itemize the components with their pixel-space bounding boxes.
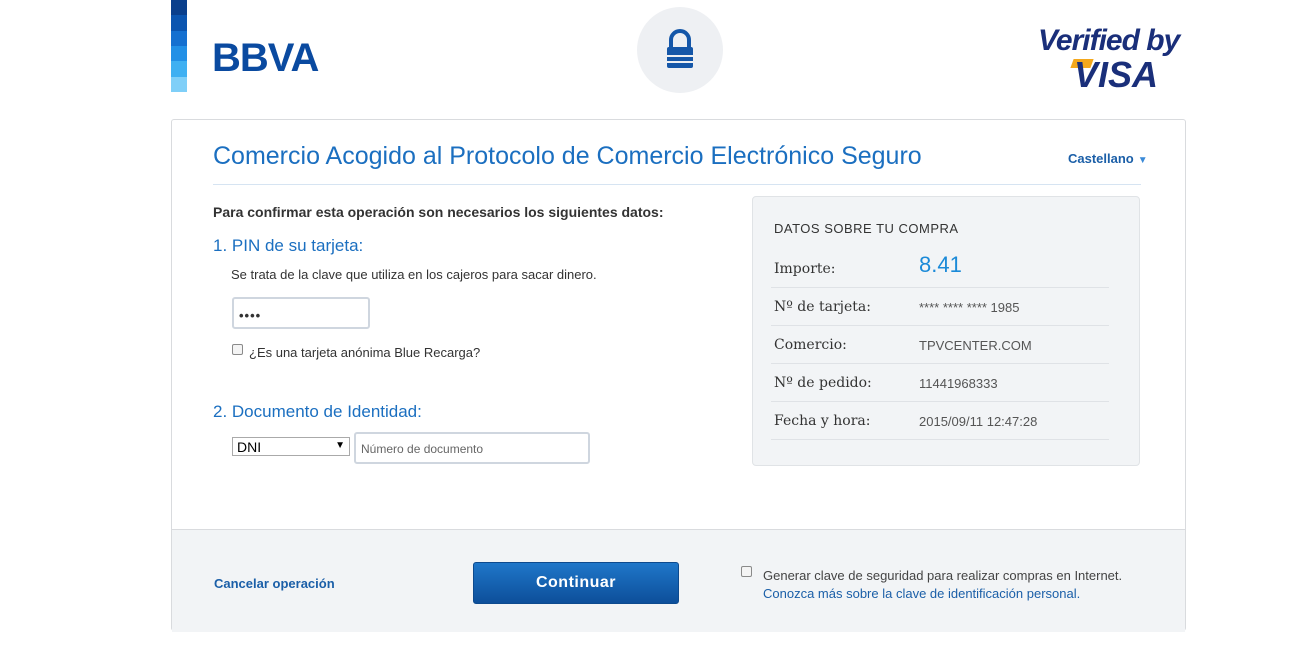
chevron-down-icon: ▼ <box>1137 155 1148 166</box>
summary-row-card-number: Nº de tarjeta: **** **** **** 1985 <box>771 287 1109 326</box>
document-type-value: DNI <box>237 439 262 455</box>
bbva-color-stripe <box>171 0 187 92</box>
summary-row-amount: Importe: 8.41 <box>771 249 1109 288</box>
summary-row-datetime: Fecha y hora: 2015/09/11 12:47:28 <box>771 401 1109 440</box>
document-number-input[interactable]: Número de documento <box>354 432 590 464</box>
learn-more-link[interactable]: Conozca más sobre la clave de identifica… <box>763 586 1080 601</box>
purchase-summary-panel: DATOS SOBRE TU COMPRA Importe: 8.41 Nº d… <box>752 196 1140 466</box>
purchase-summary-title: DATOS SOBRE TU COMPRA <box>774 221 959 236</box>
continue-button[interactable]: Continuar <box>473 562 679 604</box>
language-selector[interactable]: Castellano ▼ <box>1068 151 1148 166</box>
cancel-operation-link[interactable]: Cancelar operación <box>214 576 335 591</box>
lock-icon <box>667 29 693 68</box>
anonymous-card-label: ¿Es una tarjeta anónima Blue Recarga? <box>249 345 481 360</box>
secure-lock-badge <box>637 7 723 93</box>
summary-row-order-number: Nº de pedido: 11441968333 <box>771 363 1109 402</box>
secure-payment-card: Comercio Acogido al Protocolo de Comerci… <box>171 119 1186 632</box>
title-divider <box>213 184 1141 185</box>
language-label: Castellano <box>1068 151 1134 166</box>
pin-help-text: Se trata de la clave que utiliza en los … <box>231 267 597 282</box>
anonymous-card-checkbox[interactable] <box>232 344 243 355</box>
generate-key-checkbox[interactable] <box>741 566 752 577</box>
form-intro: Para confirmar esta operación son necesa… <box>213 204 664 220</box>
action-footer: Cancelar operación Continuar Generar cla… <box>172 529 1185 632</box>
summary-row-merchant: Comercio: TPVCENTER.COM <box>771 325 1109 364</box>
page-title: Comercio Acogido al Protocolo de Comerci… <box>213 142 922 170</box>
generate-key-label: Generar clave de seguridad para realizar… <box>763 568 1123 583</box>
select-arrow-icon: ▼ <box>335 440 345 451</box>
bbva-logo: BBVA <box>212 36 319 80</box>
verified-by-visa-logo: Verified by VISA <box>1038 24 1180 95</box>
document-section-heading: 2. Documento de Identidad: <box>213 402 422 421</box>
document-type-select[interactable]: DNI ▼ <box>232 437 350 456</box>
amount-value: 8.41 <box>919 252 962 277</box>
pin-section-heading: 1. PIN de su tarjeta: <box>213 236 364 255</box>
pin-input[interactable]: •••• <box>232 297 370 329</box>
